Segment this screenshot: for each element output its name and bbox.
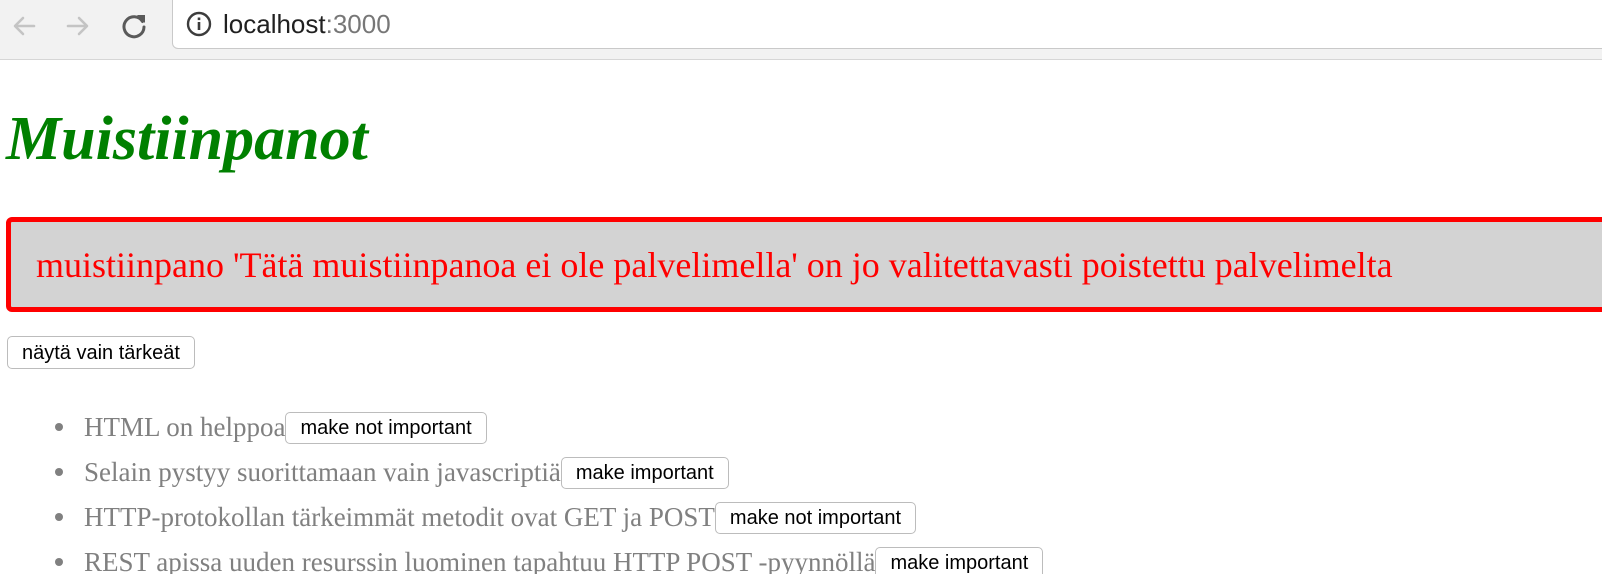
page-title: Muistiinpanot <box>6 105 368 173</box>
info-icon[interactable] <box>185 10 213 38</box>
list-item: HTTP-protokollan tärkeimmät metodit ovat… <box>0 495 1043 540</box>
back-button[interactable] <box>6 8 42 44</box>
address-url[interactable]: localhost:3000 <box>223 9 391 40</box>
bullet <box>55 558 63 566</box>
forward-arrow-icon <box>66 16 89 36</box>
back-arrow-icon <box>13 16 36 36</box>
bullet <box>55 513 63 521</box>
note-content: REST apissa uuden resurssin luominen tap… <box>84 547 876 574</box>
url-host: localhost <box>223 8 326 39</box>
list-item: Selain pystyy suorittamaan vain javascri… <box>0 450 1043 495</box>
note-content: HTML on helppoa <box>84 412 286 442</box>
error-message: muistiinpano 'Tätä muistiinpanoa ei ole … <box>36 244 1393 285</box>
toggle-importance-button[interactable]: make not important <box>285 411 487 444</box>
bullet <box>55 423 63 431</box>
notes-list: HTML on helppoa make not important Selai… <box>0 405 1044 574</box>
list-item: HTML on helppoa make not important <box>0 405 1043 450</box>
show-important-button[interactable]: näytä vain tärkeät <box>7 336 195 369</box>
toggle-importance-button[interactable]: make important <box>875 546 1044 574</box>
error-notification: muistiinpano 'Tätä muistiinpanoa ei ole … <box>6 217 1602 312</box>
list-item: REST apissa uuden resurssin luominen tap… <box>0 540 1044 574</box>
page-content: Muistiinpanot muistiinpano 'Tätä muistii… <box>0 60 1602 574</box>
url-port: :3000 <box>325 8 391 39</box>
reload-button[interactable] <box>116 8 152 44</box>
address-bar[interactable]: localhost:3000 <box>172 0 1602 49</box>
note-content: Selain pystyy suorittamaan vain javascri… <box>84 457 561 487</box>
note-content: HTTP-protokollan tärkeimmät metodit ovat… <box>84 502 715 532</box>
browser-toolbar: localhost:3000 <box>0 0 1602 60</box>
forward-button[interactable] <box>60 8 96 44</box>
reload-icon <box>122 15 146 39</box>
bullet <box>55 468 63 476</box>
toggle-importance-button[interactable]: make important <box>560 456 729 489</box>
toggle-importance-button[interactable]: make not important <box>714 501 917 534</box>
